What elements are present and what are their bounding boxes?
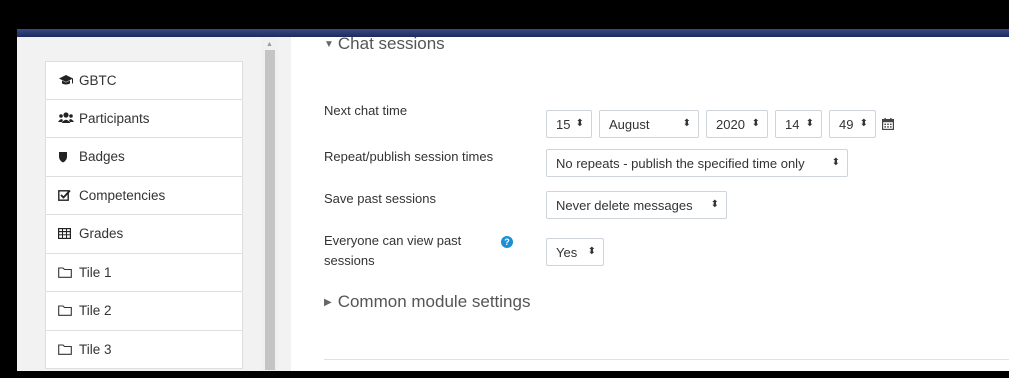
browser-viewport: GBTC Participants Badges Competencies Gr… [17,29,1009,371]
select-arrows-icon: ⬍ [575,118,584,129]
sidebar-item-label: Participants [79,110,150,126]
repeat-sessions-label: Repeat/publish session times [324,149,494,164]
save-past-sessions-value: Never delete messages [556,197,693,213]
save-past-sessions-label: Save past sessions [324,191,437,206]
view-past-sessions-select[interactable]: Yes ⬍ [546,238,604,266]
settings-form: ▼ Chat sessions Next chat time 15 ⬍ August… [291,34,1009,371]
sidebar-item-label: Tile 1 [79,264,112,280]
select-arrows-icon: ⬍ [682,118,691,129]
minute-select[interactable]: 49 ⬍ [829,110,876,138]
select-arrows-icon: ⬍ [831,157,840,168]
select-arrows-icon: ⬍ [859,118,868,129]
caret-right-icon: ▶ [324,297,332,308]
select-arrows-icon: ⬍ [587,246,596,257]
chat-sessions-header[interactable]: ▼ Chat sessions [324,34,445,54]
users-icon [58,112,76,124]
repeat-sessions-value: No repeats - publish the specified time … [556,155,805,171]
section-divider [324,359,1009,360]
scroll-up-arrow-icon[interactable]: ▲ [266,41,273,48]
sidebar-item-gbtc[interactable]: GBTC [45,61,243,100]
calendar-icon[interactable] [882,117,895,135]
sidebar-item-tile-2[interactable]: Tile 2 [45,292,243,331]
checkbox-icon [58,189,76,202]
select-arrows-icon: ⬍ [805,118,814,129]
caret-down-icon: ▼ [324,39,334,50]
sidebar-item-competencies[interactable]: Competencies [45,176,243,215]
sidebar-item-participants[interactable]: Participants [45,99,243,138]
folder-icon [58,305,76,317]
view-past-sessions-label: Everyone can view past sessions [324,231,461,271]
sidebar-nav: GBTC Participants Badges Competencies Gr… [45,61,243,369]
sidebar-item-label: Tile 2 [79,303,112,319]
view-past-sessions-label-line1: Everyone can view past [324,233,462,248]
repeat-sessions-select[interactable]: No repeats - publish the specified time … [546,149,848,177]
day-value: 15 [556,116,571,132]
shield-icon [58,151,76,163]
hour-value: 14 [785,116,800,132]
sidebar-item-badges[interactable]: Badges [45,138,243,177]
minute-value: 49 [839,116,854,132]
folder-icon [58,344,76,355]
common-module-settings-title: Common module settings [337,292,531,311]
sidebar-item-label: Grades [79,226,124,242]
section-title: Chat sessions [337,34,445,53]
sidebar-item-label: Badges [79,149,125,165]
view-past-sessions-value: Yes [556,244,578,260]
sidebar-item-grades[interactable]: Grades [45,215,243,254]
table-icon [58,228,76,240]
sidebar-gutter [278,37,291,371]
sidebar-item-tile-3[interactable]: Tile 3 [45,330,243,369]
view-past-sessions-label-line2: sessions [324,253,375,268]
select-arrows-icon: ⬍ [710,199,719,210]
month-value: August [609,116,650,132]
sidebar-item-label: GBTC [79,72,117,88]
sidebar-item-label: Tile 3 [79,341,112,357]
save-past-sessions-select[interactable]: Never delete messages ⬍ [546,191,727,219]
year-select[interactable]: 2020 ⬍ [706,110,768,138]
help-icon[interactable]: ? [501,236,513,248]
month-select[interactable]: August ⬍ [599,110,699,138]
next-chat-time-label: Next chat time [324,103,408,118]
common-module-settings-header[interactable]: ▶ Common module settings [324,292,530,312]
scrollbar-thumb[interactable] [265,50,275,370]
select-arrows-icon: ⬍ [751,118,760,129]
sidebar-item-tile-1[interactable]: Tile 1 [45,253,243,292]
sidebar: GBTC Participants Badges Competencies Gr… [17,37,261,371]
sidebar-scrollbar[interactable]: ▲ [261,37,278,371]
top-navbar [17,29,1009,37]
folder-icon [58,267,76,278]
sidebar-item-label: Competencies [79,187,166,203]
year-value: 2020 [716,116,745,132]
hour-select[interactable]: 14 ⬍ [775,110,822,138]
day-select[interactable]: 15 ⬍ [546,110,592,138]
graduation-cap-icon [58,74,76,86]
